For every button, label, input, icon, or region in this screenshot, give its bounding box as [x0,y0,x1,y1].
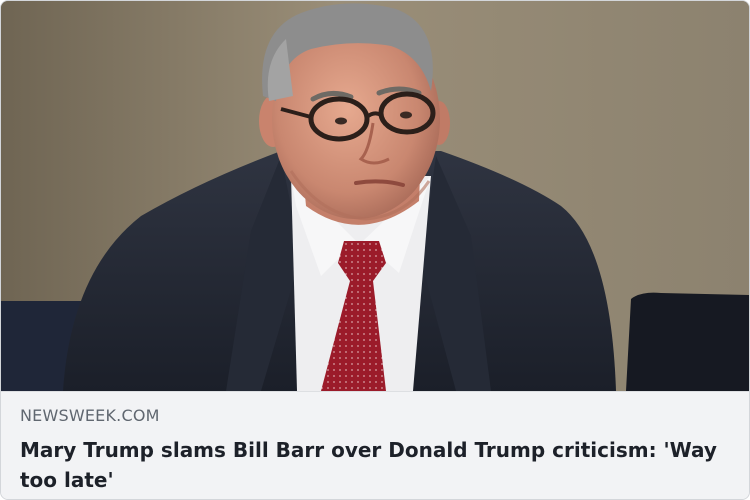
link-preview-card[interactable]: NEWSWEEK.COM Mary Trump slams Bill Barr … [0,0,750,500]
source-domain: NEWSWEEK.COM [20,406,160,425]
article-headline[interactable]: Mary Trump slams Bill Barr over Donald T… [20,435,726,495]
preview-caption[interactable]: NEWSWEEK.COM Mary Trump slams Bill Barr … [1,391,749,499]
preview-image[interactable] [1,1,749,391]
photo-icon [1,1,749,391]
